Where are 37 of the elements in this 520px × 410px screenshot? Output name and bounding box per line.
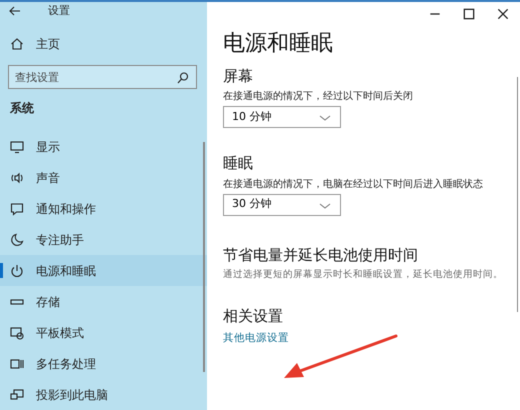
home-item[interactable]: 主页 <box>0 28 207 59</box>
sidebar-item[interactable]: 存储 <box>0 286 207 317</box>
page-title: 电源和睡眠 <box>223 30 333 58</box>
monitor-icon <box>10 140 24 154</box>
section-heading: 屏幕 <box>223 66 253 86</box>
time-dropdown[interactable]: 30 分钟 <box>223 194 341 216</box>
section-heading: 系统 <box>10 100 34 117</box>
window-title: 设置 <box>48 2 70 19</box>
maximize-icon <box>462 7 476 21</box>
power-settings-link[interactable]: 其他电源设置 <box>223 330 289 347</box>
sidebar-item[interactable]: 平板模式 <box>0 317 207 348</box>
sidebar-item[interactable]: 投影到此电脑 <box>0 379 207 410</box>
sidebar-item[interactable]: 专注助手 <box>0 224 207 255</box>
section-heading: 相关设置 <box>223 307 283 327</box>
close-icon <box>496 7 510 21</box>
message-icon <box>10 202 24 216</box>
tablet-icon <box>10 326 24 340</box>
home-icon <box>10 36 24 50</box>
sidebar-item[interactable]: 显示 <box>0 131 207 162</box>
sidebar-item[interactable]: 声音 <box>0 162 207 193</box>
search-icon <box>176 71 190 85</box>
back-arrow-icon <box>8 4 22 18</box>
speaker-icon <box>10 170 24 184</box>
sidebar-item[interactable]: 多任务处理 <box>0 348 207 379</box>
section-heading: 节省电量并延长电池使用时间 <box>223 246 418 266</box>
setting-label: 在接通电源的情况下，电脑在经过以下时间后进入睡眠状态 <box>223 178 483 191</box>
sidebar-item[interactable]: 电源和睡眠 <box>0 255 207 286</box>
sidebar-item[interactable]: 通知和操作 <box>0 193 207 224</box>
multitask-icon <box>10 356 24 370</box>
power-icon <box>10 264 24 278</box>
description-text: 通过选择更短的屏幕显示时长和睡眠设置，延长电池使用时间。 <box>223 269 503 282</box>
section-heading: 睡眠 <box>223 154 253 174</box>
setting-label: 在接通电源的情况下，经过以下时间后关闭 <box>223 90 413 104</box>
search-field[interactable]: 查找设置 <box>8 65 197 89</box>
projector-icon <box>10 388 24 402</box>
moon-icon <box>10 232 24 246</box>
time-dropdown[interactable]: 10 分钟 <box>223 106 341 128</box>
